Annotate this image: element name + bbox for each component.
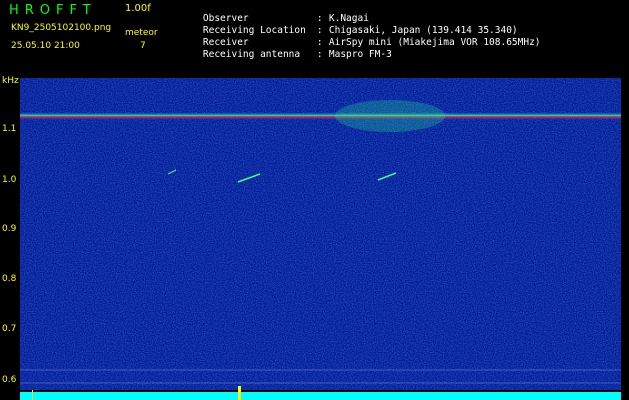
y-tick-label: 0.8 <box>2 274 17 284</box>
spectrogram-window: HROFFT 1.00f KN9_2505102100.png 25.05.10… <box>0 0 629 400</box>
meteor-count: 7 <box>140 41 146 51</box>
meta-antenna: Receiving antenna: Maspro FM-3 <box>202 48 392 60</box>
meta-label: Receiving antenna <box>202 48 301 60</box>
meteor-label: meteor <box>125 28 158 38</box>
app-logo: HROFFT <box>9 3 97 18</box>
carrier-band <box>20 112 621 120</box>
y-tick-label: 1.0 <box>2 175 17 185</box>
marker-tick <box>32 390 33 400</box>
scatter-cloud <box>335 100 445 132</box>
noise-texture <box>20 78 621 390</box>
y-unit-label: kHz <box>2 76 19 86</box>
y-tick-label: 0.7 <box>2 324 17 334</box>
file-name: KN9_2505102100.png <box>11 23 112 33</box>
marker-tick <box>238 386 241 400</box>
y-tick-label: 1.1 <box>2 124 17 134</box>
y-tick-label: 0.6 <box>2 375 17 385</box>
baseline-strip <box>20 392 621 400</box>
spectrogram-plot <box>20 78 621 390</box>
y-tick-label: 0.9 <box>2 224 17 234</box>
app-version: 1.00f <box>125 3 151 14</box>
meta-value: Maspro FM-3 <box>328 48 392 60</box>
timestamp: 25.05.10 21:00 <box>11 41 80 51</box>
